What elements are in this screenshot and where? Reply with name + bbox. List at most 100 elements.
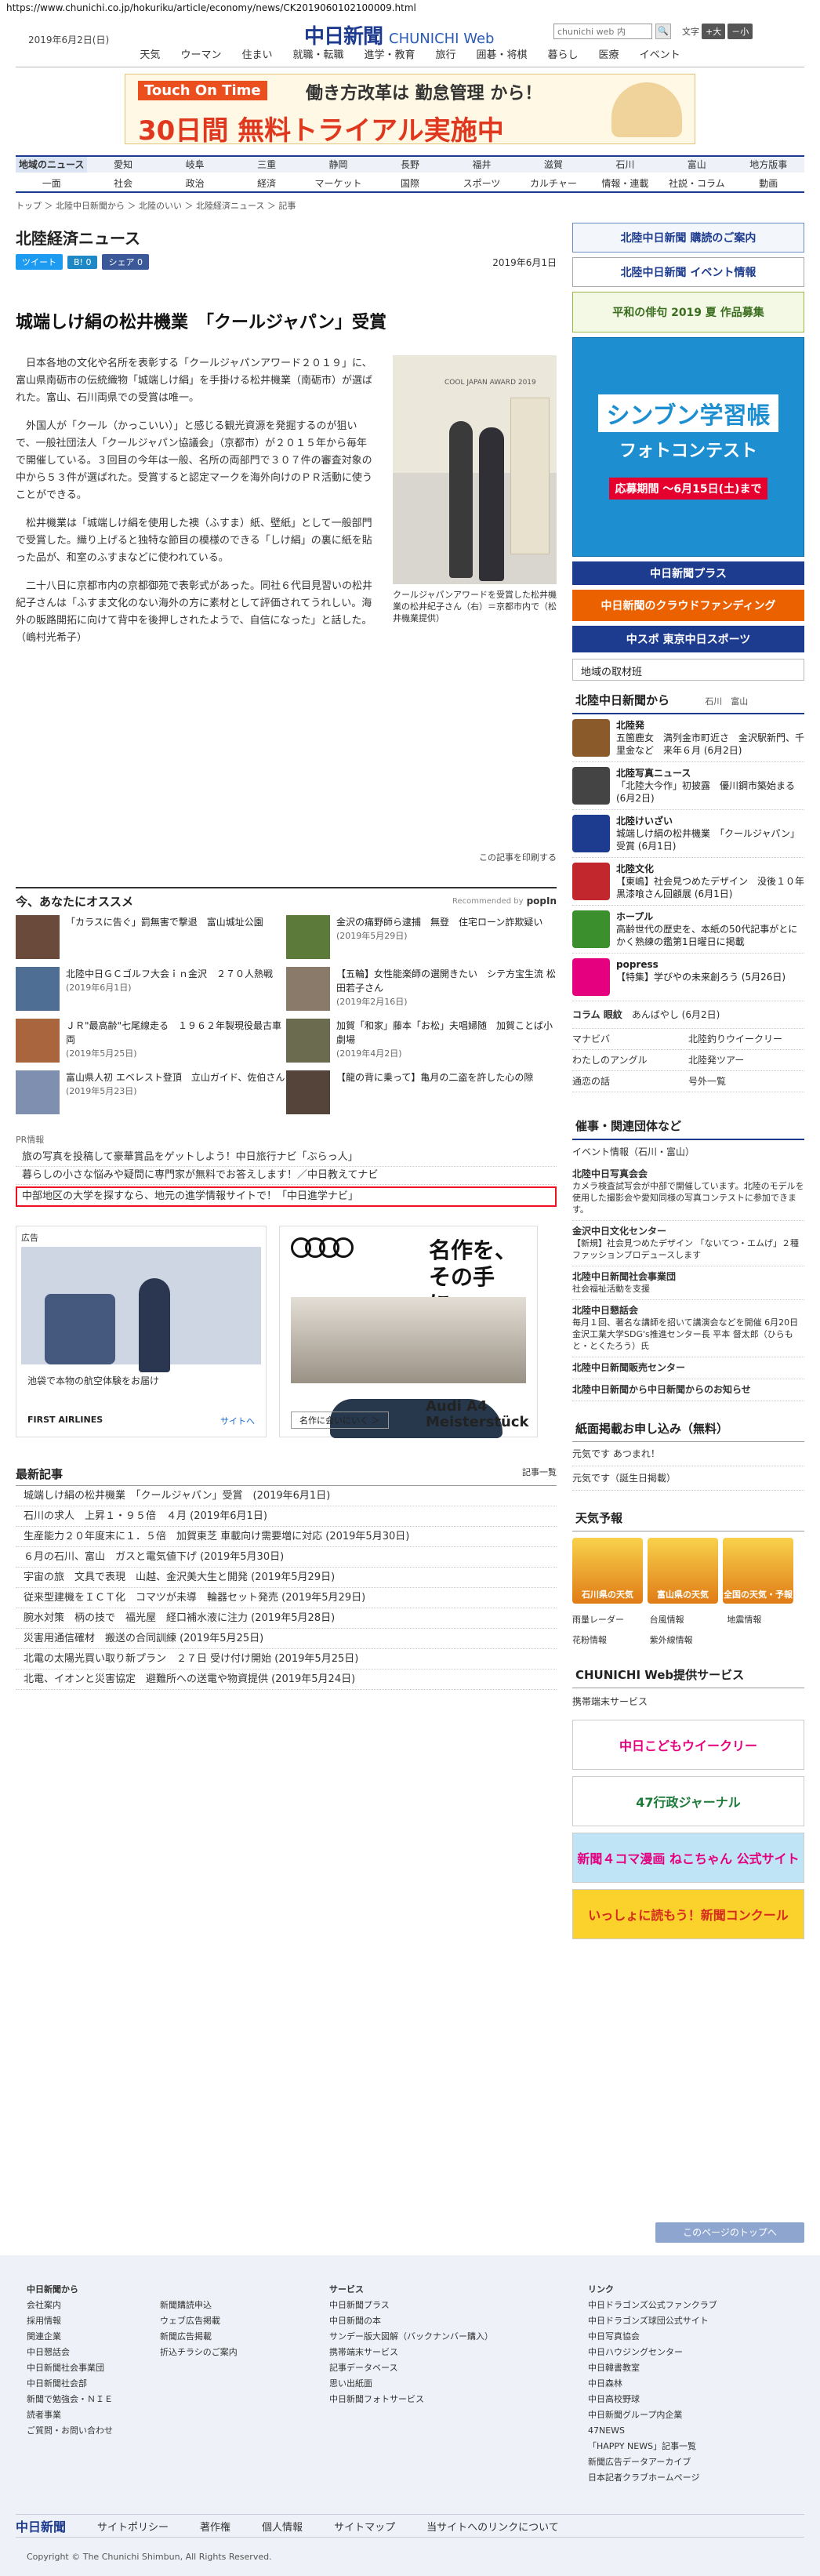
top-banner-ad[interactable]: Touch On Time 働き方改革は 勤怠管理 から！ 30日間 無料トライ… [125,74,695,144]
side-link[interactable]: 北陸釣りウイークリー [688,1029,804,1050]
region-nav-item[interactable]: 福井 [446,157,517,173]
category-nav-item[interactable]: スポーツ [446,174,517,191]
footer-bar-link[interactable]: 著作権 [200,2519,230,2534]
footer-link[interactable]: 日本記者クラブホームページ [588,2470,717,2486]
category-nav-item[interactable]: 国際 [374,174,445,191]
category-nav-item[interactable]: カルチャー [517,174,589,191]
region-nav-item[interactable]: 地域のニュース [16,157,88,173]
photo-contest-banner[interactable]: シンブン学習帳 フォトコンテスト 応募期間 ～6月15日(土)まで [572,337,804,557]
footer-link[interactable]: 採用情報 [27,2313,113,2329]
event-item[interactable]: 金沢中日文化センター 【新規】社会見つめたデザイン 「ないてつ・エムげ」２種ファッ… [572,1221,804,1266]
airline-ad[interactable]: 広告 池袋で本物の航空体験をお届け FIRST AIRLINES サイトへ [16,1226,267,1437]
gyosei-journal-banner[interactable]: 47行政ジャーナル [572,1776,804,1826]
event-info-banner[interactable]: 北陸中日新聞 イベント情報 [572,257,804,287]
footer-link[interactable]: 新聞広告データアーカイブ [588,2454,717,2470]
facebook-share-button[interactable]: シェア 0 [102,254,149,270]
footer-link[interactable]: 記事データベース [329,2360,493,2376]
latest-article[interactable]: 宇宙の旅 文具で表現 山越、金沢美大生と開発 (2019年5月29日) [16,1568,557,1588]
top-nav-item[interactable]: 医療 [589,44,630,67]
event-item[interactable]: 北陸中日新聞販売センター [572,1357,804,1379]
category-nav-item[interactable]: マーケット [303,174,374,191]
weather-tile[interactable]: 全国の天気・予報 [723,1538,793,1604]
footer-link[interactable]: 中日新聞フォトサービス [329,2392,493,2407]
footer-link[interactable]: 読者事業 [27,2407,113,2423]
footer-link[interactable]: 会社案内 [27,2298,113,2313]
region-nav-item[interactable]: 地方版事 [733,157,804,173]
event-item[interactable]: 北陸中日懇話会 毎月１回、著名な講師を招いて講演会などを開催 6月20日 金沢工業… [572,1300,804,1357]
latest-article[interactable]: ６月の石川、富山 ガスと電気値下げ (2019年5月30日) [16,1547,557,1568]
recommend-item[interactable]: 富山県人初 エベレスト登頂 立山ガイド、佐伯さん (2019年5月23日) [16,1070,286,1116]
footer-logo[interactable]: 中日新聞 [16,2516,66,2535]
latest-article[interactable]: 腕水対策 柄の技で 福光屋 経口補水液に注力 (2019年5月28日) [16,1608,557,1629]
footer-link[interactable]: 新聞広告掲載 [160,2329,238,2345]
from-hokuriku-item[interactable]: ホープル 高齢世代の歴史を、本紙の50代記事がとにかく熟練の鑑第1日曜日に掲載 [572,906,804,954]
category-nav-item[interactable]: 一面 [16,174,87,191]
paper-apply-item[interactable]: 元気です（誕生日掲載） [572,1466,804,1491]
footer-link[interactable]: ご質問・お問い合わせ [27,2423,113,2439]
subscribe-banner[interactable]: 北陸中日新聞 購読のご案内 [572,223,804,253]
footer-link[interactable]: 折込チラシのご案内 [160,2345,238,2360]
footer-link[interactable]: 関連企業 [27,2329,113,2345]
footer-link[interactable]: 新聞で勉強会・ＮＩＥ [27,2392,113,2407]
footer-link[interactable]: 中日新聞プラス [329,2298,493,2313]
side-link[interactable]: 通恋の話 [572,1071,688,1092]
recommend-item[interactable]: 加賀「和家」藤本「お松」夫唱婦随 加賀ことば小劇場 (2019年4月2日) [286,1019,557,1064]
recommend-item[interactable]: 金沢の痛野師ら逮捕 無登 住宅ローン詐欺疑い (2019年5月29日) [286,915,557,961]
from-hokuriku-item[interactable]: 北陸けいざい 城端しけ絹の松井機業 「クールジャパン」受賞 (6月1日) [572,810,804,858]
category-nav-item[interactable]: 経済 [230,174,302,191]
category-nav-item[interactable]: 動画 [733,174,804,191]
footer-link[interactable]: 携帯端末サービス [329,2345,493,2360]
category-nav-item[interactable]: 社説・コラム [661,174,732,191]
weather-tile[interactable]: 石川県の天気 [572,1538,643,1604]
recommend-item[interactable]: 北陸中日ＧＣゴルフ大会ｉｎ金沢 ２７０人熱戦 (2019年6月1日) [16,967,286,1012]
side-link[interactable]: マナビバ [572,1029,688,1050]
footer-link[interactable]: 中日ハウジングセンター [588,2345,717,2360]
footer-link[interactable]: 中日新聞社会事業団 [27,2360,113,2376]
weather-link[interactable]: 花粉情報 [572,1630,650,1651]
recommend-item[interactable]: ＪＲ"最高齢"七尾線走る １９６２年製現役最古車両 (2019年5月25日) [16,1019,286,1064]
footer-link[interactable]: 中日新聞グループ内企業 [588,2407,717,2423]
footer-link[interactable]: 「HAPPY NEWS」記事一覧 [588,2439,717,2454]
latest-article[interactable]: 生産能力２０年度末に１．５倍 加賀東芝 車載向け需要増に対応 (2019年5月3… [16,1527,557,1547]
audi-ad[interactable]: 名作を、その手に。 名作に会いにいく ＞ Audi A4 Meisterstüc… [279,1226,538,1438]
airline-ad-site-link[interactable]: サイトへ [220,1415,255,1427]
top-nav-item[interactable]: ウーマン [170,44,231,67]
footer-link[interactable]: 中日韓書教室 [588,2360,717,2376]
weather-link[interactable]: 紫外線情報 [650,1630,727,1651]
print-article-link[interactable]: この記事を印刷する [479,851,557,863]
pr-item[interactable]: 旅の写真を投稿して豪華賞品をゲットしよう！中日旅行ナビ「ぶらっ人」 [16,1149,557,1167]
kids-weekly-banner[interactable]: 中日こどもウイークリー [572,1720,804,1770]
back-to-top-button[interactable]: このページのトップへ [655,2222,804,2243]
top-nav-item[interactable]: イベント [630,44,691,67]
top-nav-item[interactable]: 住まい [231,44,282,67]
footer-link[interactable]: ウェブ広告掲載 [160,2313,238,2329]
event-item[interactable]: 北陸中日新聞社会事業団 社会福祉活動を支援 [572,1266,804,1300]
hatena-button[interactable]: B! 0 [67,255,98,269]
weather-link[interactable]: 地震情報 [727,1610,804,1630]
weather-link[interactable]: 雨量レーダー [572,1610,650,1630]
latest-article[interactable]: 北電、イオンと災害協定 避難所への送電や物資提供 (2019年5月24日) [16,1669,557,1690]
article-photo[interactable]: COOL JAPAN AWARD 2019 クールジャパンアワードを受賞した松井… [393,355,557,624]
pr-item[interactable]: 暮らしの小さな悩みや疑問に専門家が無料でお答えします！／中日教えてナビ [16,1167,557,1185]
services-item[interactable]: 携帯端末サービス [572,1688,804,1720]
weather-link[interactable]: 台風情報 [650,1610,727,1630]
region-nav-item[interactable]: 長野 [374,157,445,173]
latest-article[interactable]: 災害用通信確材 搬送の合同訓練 (2019年5月25日) [16,1629,557,1649]
search-input[interactable] [553,24,652,39]
text-size-reset-button[interactable]: －小 [727,24,753,39]
side-link[interactable]: 北陸発ツアー [688,1050,804,1071]
audi-ad-button[interactable]: 名作に会いにいく ＞ [291,1412,389,1429]
crowdfunding-banner[interactable]: 中日新聞のクラウドファンディング [572,590,804,621]
footer-link[interactable]: 中日ドラゴンズ球団公式サイト [588,2313,717,2329]
tweet-button[interactable]: ツイート [16,254,63,270]
manga-banner[interactable]: 新聞４コマ漫画 ねこちゃん 公式サイト [572,1833,804,1883]
footer-link[interactable]: 47NEWS [588,2423,717,2439]
footer-link[interactable]: 中日新聞の本 [329,2313,493,2329]
column-row[interactable]: コラム 眼紋 あんばやし (6月2日) [572,1001,804,1029]
search-icon[interactable]: 🔍 [655,24,671,39]
category-nav-item[interactable]: 社会 [87,174,158,191]
latest-article[interactable]: 城端しけ絹の松井機業 「クールジャパン」受賞 (2019年6月1日) [16,1486,557,1506]
region-nav-item[interactable]: 石川 [590,157,661,173]
local-reporters-button[interactable]: 地域の取材班 [572,659,804,681]
region-nav-item[interactable]: 静岡 [303,157,374,173]
